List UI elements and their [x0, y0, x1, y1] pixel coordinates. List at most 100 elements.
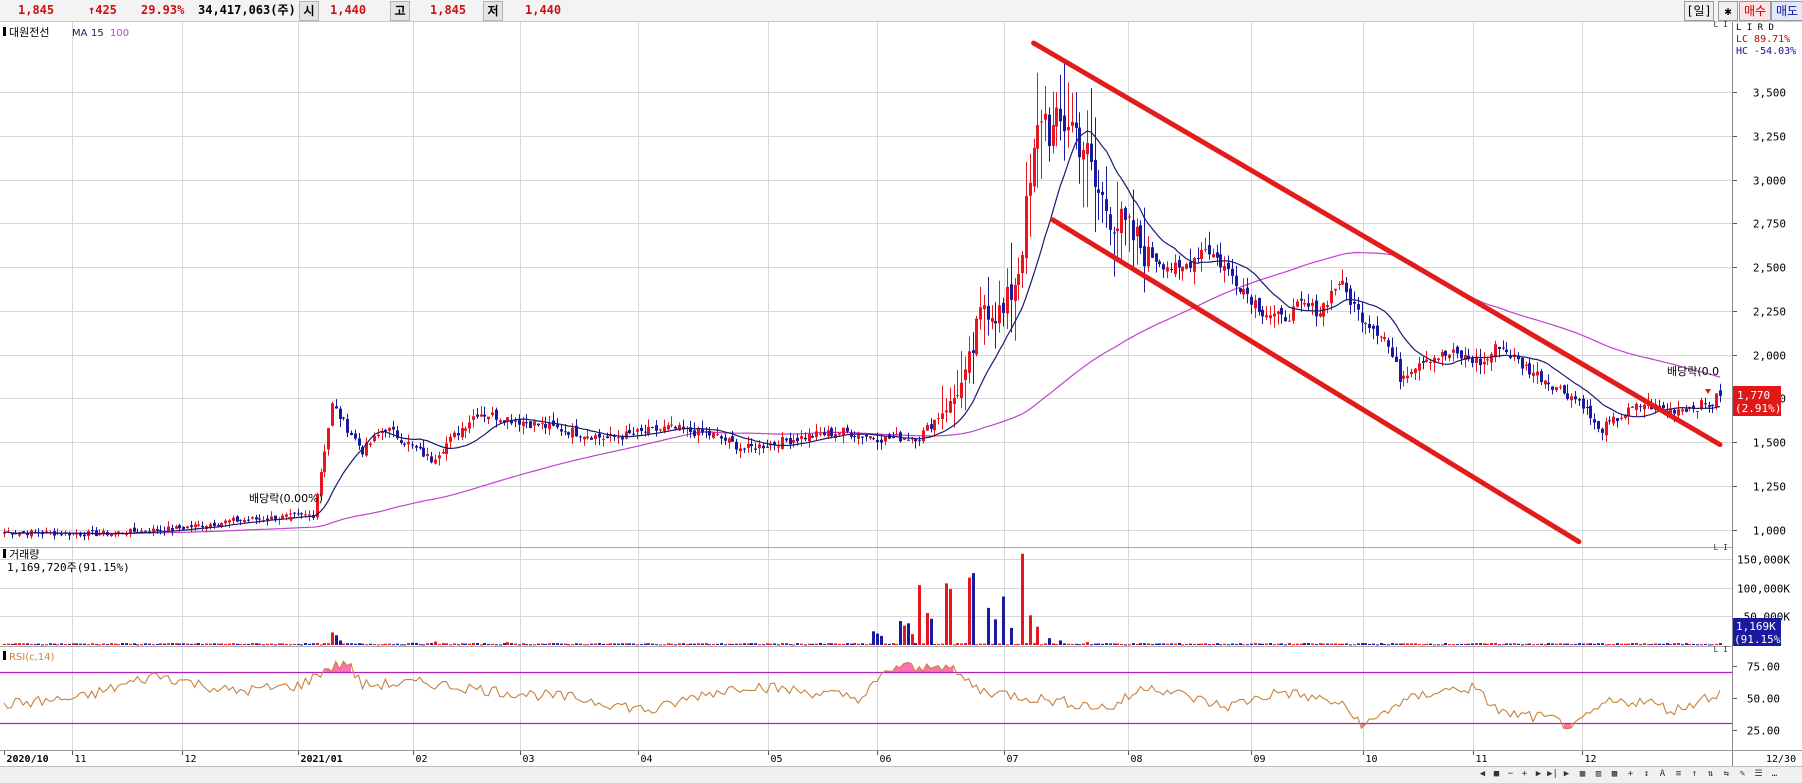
volume-bar	[838, 643, 841, 645]
volume-bar	[808, 643, 811, 645]
price-candle	[1101, 191, 1104, 195]
scroll-right-button[interactable]: ▶	[1532, 768, 1545, 780]
price-candle	[1040, 121, 1043, 123]
volume-bar	[442, 643, 445, 645]
price-candle	[1029, 182, 1032, 196]
price-candle	[674, 426, 677, 429]
zoom-in-button[interactable]: +	[1518, 768, 1531, 780]
volume-bar	[22, 643, 25, 645]
volume-bar	[1513, 643, 1516, 645]
volume-bar	[1296, 643, 1299, 645]
volume-bar	[529, 644, 532, 646]
layout-button-2[interactable]: ▥	[1592, 768, 1605, 780]
volume-bar	[140, 644, 143, 646]
volume-bar	[1582, 643, 1585, 645]
volume-bar	[464, 643, 467, 645]
price-candle	[827, 430, 830, 437]
current-price-pct: (2.91%)	[1735, 402, 1781, 415]
volume-bar	[205, 643, 208, 645]
volume-bar	[800, 643, 803, 645]
volume-bar	[293, 643, 296, 645]
price-candle	[1597, 421, 1600, 429]
price-candle	[1246, 287, 1249, 294]
layout-button-1[interactable]: ▦	[1576, 768, 1589, 780]
price-candle	[1589, 405, 1592, 419]
price-candle	[750, 443, 753, 447]
volume-bar	[1662, 643, 1665, 645]
volume-bar	[167, 643, 170, 645]
sort-icon[interactable]: ⇅	[1704, 768, 1717, 780]
volume-bar	[1311, 643, 1314, 645]
volume-bar	[716, 643, 719, 645]
volume-bar	[1525, 643, 1528, 645]
pin-icon[interactable]: ↕	[1640, 768, 1653, 780]
volume-bar	[1490, 643, 1493, 645]
volume-bar	[1639, 644, 1642, 646]
price-candle	[979, 307, 982, 320]
volume-bar	[91, 643, 94, 645]
x-tick-label: 03	[523, 754, 535, 765]
volume-bar	[457, 644, 460, 646]
volume-bar	[1300, 643, 1303, 645]
price-candle	[1486, 359, 1489, 361]
volume-bar	[156, 644, 159, 646]
price-candle	[133, 527, 136, 532]
x-tick-label: 12	[1585, 754, 1597, 765]
volume-bar	[583, 644, 586, 646]
price-candle	[125, 534, 128, 536]
volume-bar	[1483, 643, 1486, 645]
volume-bar	[861, 643, 864, 645]
volume-bar	[1055, 644, 1058, 646]
price-candle	[1284, 317, 1287, 322]
price-candle	[1033, 147, 1036, 187]
price-candle	[1216, 252, 1219, 258]
price-candle	[190, 525, 193, 528]
options-icon[interactable]: …	[1768, 768, 1781, 780]
volume-bar	[1284, 644, 1287, 646]
list-icon[interactable]: ≡	[1672, 768, 1685, 780]
volume-bar	[411, 642, 414, 645]
price-candle	[388, 427, 391, 431]
crosshair-button[interactable]: +	[1624, 768, 1637, 780]
price-candle	[872, 438, 875, 440]
zoom-out-button[interactable]: −	[1504, 768, 1517, 780]
volume-bar	[365, 644, 368, 646]
price-candle	[1345, 282, 1348, 293]
volume-bar	[827, 643, 830, 645]
volume-bar	[1486, 643, 1489, 645]
price-candle	[98, 534, 101, 536]
swap-icon[interactable]: ⇆	[1720, 768, 1733, 780]
volume-bar	[388, 643, 391, 645]
scroll-end-button[interactable]: ▶|	[1546, 768, 1559, 780]
pencil-icon[interactable]: ✎	[1736, 768, 1749, 780]
chart-area[interactable]: 3,5003,2503,0002,7502,5002,2502,0001,750…	[0, 0, 1802, 766]
text-tool-button[interactable]: A	[1656, 768, 1669, 780]
volume-bar	[236, 643, 239, 645]
price-candle	[933, 419, 936, 431]
volume-bar	[571, 644, 574, 646]
volume-bar	[1090, 644, 1093, 646]
grid-toggle-button[interactable]: ▩	[1608, 768, 1621, 780]
volume-bar	[1380, 643, 1383, 645]
play-button[interactable]: ▶	[1560, 768, 1573, 780]
volume-bar	[1029, 615, 1032, 645]
volume-bar	[384, 643, 387, 645]
price-candle	[159, 529, 162, 531]
stop-button[interactable]: ■	[1490, 768, 1503, 780]
volume-bar	[1704, 644, 1707, 646]
volume-bar	[1456, 644, 1459, 646]
scroll-left-button[interactable]: ◀	[1476, 768, 1489, 780]
volume-bar	[552, 643, 555, 645]
price-candle	[140, 530, 143, 532]
up-icon[interactable]: ↑	[1688, 768, 1701, 780]
volume-bar	[731, 644, 734, 646]
current-volume-label: 1,169K	[1736, 620, 1776, 633]
volume-bar	[728, 643, 731, 645]
price-candle	[1254, 300, 1257, 309]
volume-bar	[1235, 644, 1238, 646]
menu-icon[interactable]: ☰	[1752, 768, 1765, 780]
volume-bar	[182, 643, 185, 645]
price-tick-label: 3,000	[1753, 175, 1786, 188]
scale-flags[interactable]: L I R D	[1736, 23, 1774, 33]
volume-bar	[312, 643, 315, 645]
